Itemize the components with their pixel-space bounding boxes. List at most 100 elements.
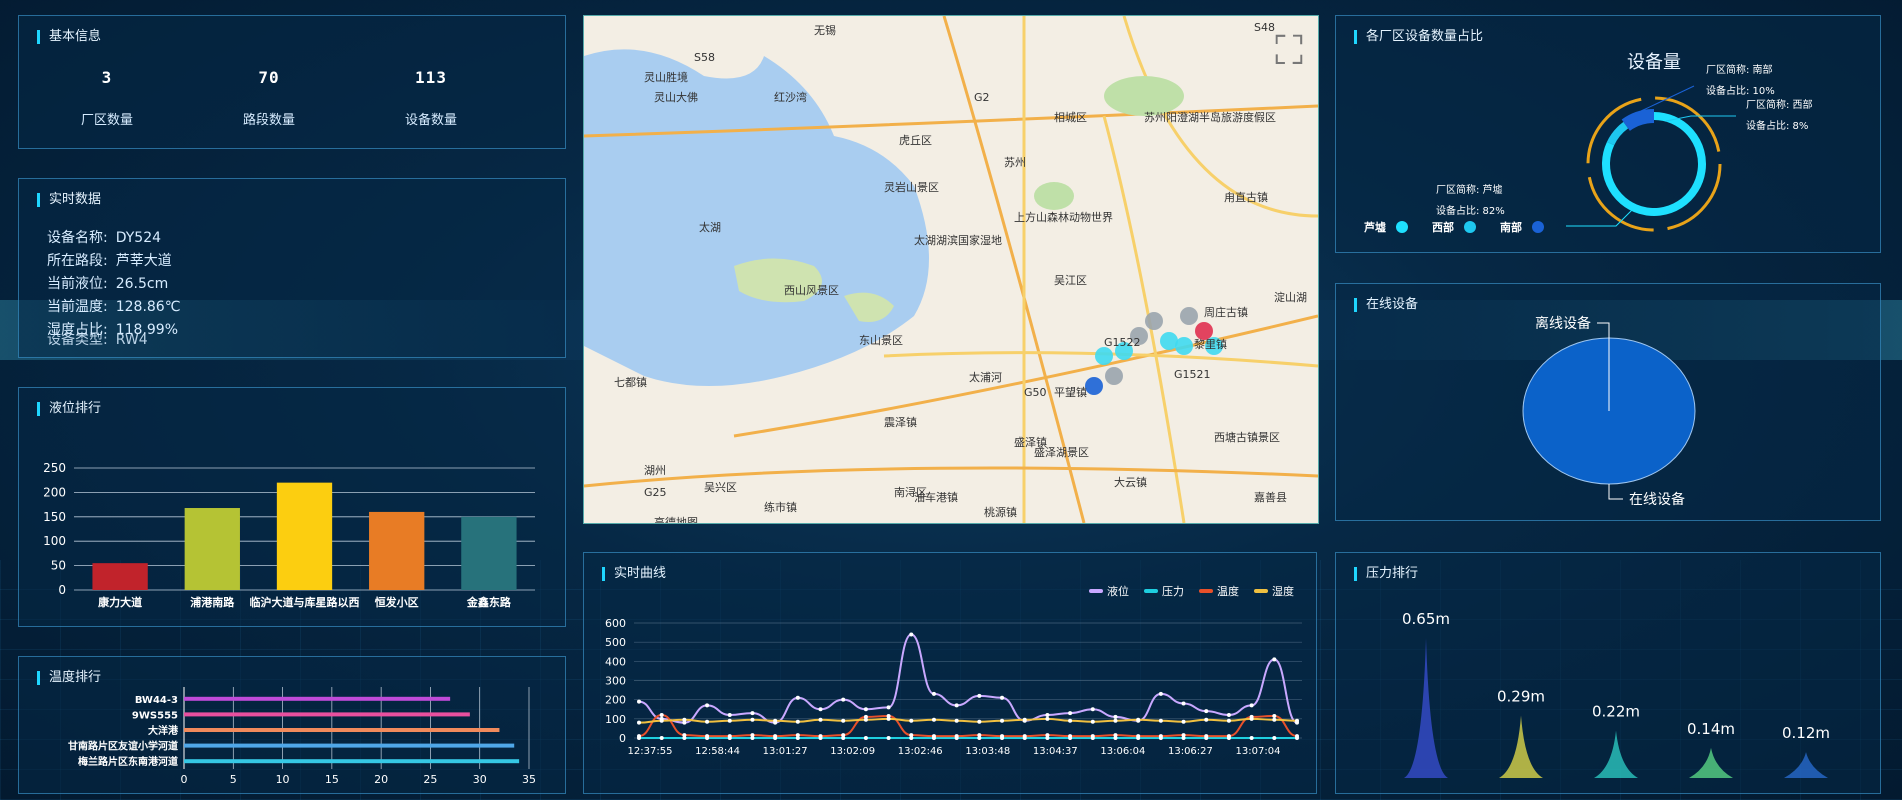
factory-ratio-chart: 设备量 厂区简称: 南部设备占比: 10%厂区简称: 西部设备占比: 8% 厂区简称… — [1364, 52, 1813, 234]
map-label: 上方山森林动物世界 — [1014, 210, 1113, 224]
y-tick-label: 150 — [43, 510, 66, 524]
map-label: 大云镇 — [1114, 475, 1147, 489]
series-point — [1295, 718, 1299, 723]
series-point — [1045, 713, 1050, 717]
realtime-row-device: 设备名称: DY524 — [47, 227, 169, 247]
stat-device: 113 设备数量 — [371, 68, 491, 128]
map-label: 周庄古镇 — [1204, 305, 1248, 319]
x-tick-label: 5 — [230, 773, 237, 786]
series-point — [954, 734, 959, 739]
row-label: 设备名称: — [47, 230, 108, 246]
series-point — [705, 734, 710, 739]
factory-ratio-panel: 各厂区设备数量占比 设备量 厂区简称: 南部 设备占比: 10% 厂区简称: 西部 设备… — [1335, 15, 1881, 253]
series-point — [909, 632, 914, 637]
donut-slice — [1606, 121, 1629, 146]
realtime-row-type: 设备类型: RW4 — [47, 329, 156, 349]
series-point — [1045, 733, 1050, 738]
bar — [184, 759, 520, 764]
fullscreen-icon[interactable]: ⛶ — [1266, 28, 1312, 74]
pressure-value-label: 0.22m — [1592, 703, 1640, 721]
series-point — [682, 733, 687, 738]
stat-device-label: 设备数量 — [404, 113, 457, 128]
x-tick-label: 30 — [473, 773, 487, 786]
series-point — [1022, 717, 1027, 722]
bar — [184, 712, 470, 717]
series-point — [659, 736, 664, 740]
donut-slice — [1621, 109, 1655, 132]
series-point — [909, 733, 914, 738]
legend-label: 西部 — [1432, 220, 1454, 234]
level-rank-chart: 0 50 100 150 200 250 康力大道 浦港南路 临沪大道与库星路以西 恒发小区 金鑫东… — [43, 461, 535, 609]
road — [1102, 115, 1186, 523]
realtime-row-temp: 当前温度: 128.86℃ — [47, 296, 188, 316]
map-label: 油车港镇 — [914, 490, 958, 504]
series-point — [795, 733, 800, 738]
map-label: 西塘古镇景区 — [1214, 430, 1280, 444]
series-point — [1113, 733, 1118, 738]
device-marker — [1180, 307, 1198, 325]
series-point — [1158, 691, 1163, 696]
realtime-title: 实时数据 — [37, 193, 101, 207]
series-point — [1000, 734, 1005, 739]
x-tick-label: 13:04:37 — [1033, 746, 1078, 757]
map-label: 平望镇 — [1054, 385, 1087, 399]
series-point — [954, 703, 959, 708]
stat-factory-label: 厂区数量 — [80, 113, 133, 128]
legend-label: 湿度 — [1272, 584, 1294, 598]
x-tick-label: 20 — [374, 773, 388, 786]
callout-ratio: 设备占比: 8% — [1746, 119, 1808, 132]
pressure-rank-chart: 0.65m 0.29m 0.22m 0.14m 0.12m — [1402, 610, 1830, 778]
series-point — [1272, 713, 1277, 718]
legend-swatch — [1254, 589, 1268, 593]
y-tick-label: 9WS555 — [132, 710, 178, 721]
row-value: DY524 — [115, 230, 162, 246]
stat-road: 70 路段数量 — [209, 68, 329, 128]
series-point — [931, 734, 936, 739]
pressure-peak — [1499, 715, 1543, 778]
map-label: G50 — [1024, 386, 1047, 399]
map-view[interactable]: 无锡 苏州 太湖 虎丘区 相城区 灵岩山景区 上方山森林动物世界 太湖湖滨国家湿地 西山风景区东… — [583, 15, 1319, 524]
series-point — [1272, 736, 1277, 740]
series-point — [909, 718, 914, 723]
series-point — [1136, 717, 1141, 722]
series-point — [1181, 733, 1186, 738]
callout-name: 厂区简称: 芦墟 — [1436, 183, 1503, 196]
x-tick-label: 康力大道 — [98, 595, 142, 609]
basic-info-panel: 基本信息 3 厂区数量 70 路段数量 113 设备数量 — [18, 15, 566, 149]
series-point — [1204, 734, 1209, 739]
pressure-value-label: 0.12m — [1782, 724, 1830, 742]
bar — [276, 482, 333, 590]
x-tick-label: 13:06:27 — [1168, 746, 1213, 757]
series-point — [1068, 734, 1073, 739]
device-marker — [1145, 312, 1163, 330]
series-point — [750, 711, 755, 716]
map-label: 灵山胜境 — [644, 70, 688, 84]
basic-info-title: 基本信息 — [37, 30, 101, 44]
series-point — [659, 713, 664, 717]
stat-device-value: 113 — [415, 68, 447, 87]
map-label: G2 — [974, 91, 990, 104]
series-point — [954, 718, 959, 723]
series-point — [705, 719, 710, 724]
device-marker — [1085, 377, 1103, 395]
bar — [184, 508, 240, 590]
offline-leader — [1597, 322, 1610, 338]
realtime-row-road: 所在路段: 芦莘大道 — [47, 250, 180, 270]
map-canvas[interactable]: 无锡苏州太湖 虎丘区 相城区灵岩山景区上方山森林动物世界太湖湖滨国家湿地西山风景区东… — [584, 16, 1318, 523]
series-point — [977, 733, 982, 738]
series-point — [795, 695, 800, 700]
series-point — [818, 707, 823, 712]
y-tick-label: 0 — [619, 732, 626, 745]
series-point — [1181, 719, 1186, 724]
map-label: 虎丘区 — [899, 134, 932, 147]
map-label: 红沙湾 — [774, 90, 807, 104]
online-chart: 离线设备在线设备 — [1522, 315, 1696, 508]
series-point — [931, 691, 936, 696]
map-label: G25 — [644, 486, 667, 499]
y-tick-label: 100 — [43, 534, 66, 548]
callout-ratio: 设备占比: 10% — [1706, 84, 1775, 97]
legend-label: 芦墟 — [1364, 220, 1386, 234]
temp-rank-chart: 0 5 10 15 20 25 30 35 BW44-3 9WS555 大洋港甘南路片区友谊小学河道… — [68, 687, 536, 786]
map-label: 灵岩山景区 — [884, 180, 939, 194]
legend-label: 南部 — [1500, 220, 1522, 234]
